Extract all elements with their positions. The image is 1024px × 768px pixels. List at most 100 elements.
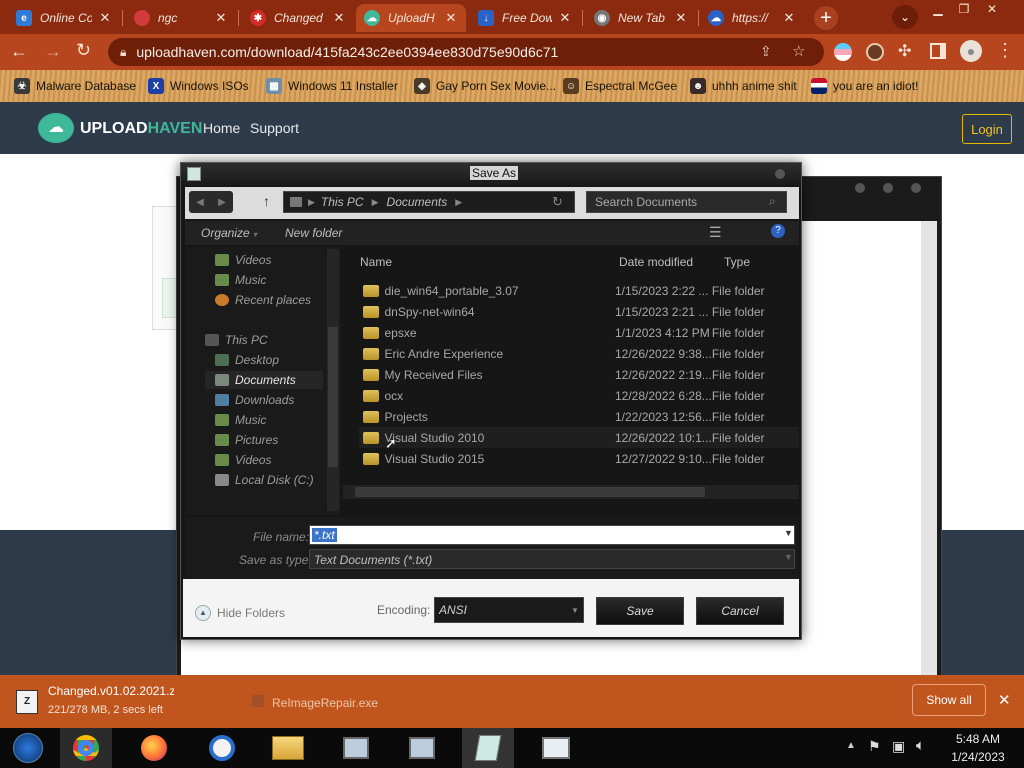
- up-icon[interactable]: ↑: [263, 193, 270, 209]
- tab-ngc[interactable]: ngc ✕: [126, 4, 236, 32]
- nav-music[interactable]: Music: [215, 271, 266, 289]
- dialog-close-icon[interactable]: [775, 169, 785, 179]
- save-type-select[interactable]: Text Documents (*.txt) ▼: [309, 549, 795, 569]
- firefox-icon[interactable]: [128, 728, 180, 768]
- minimize-icon[interactable]: ▁: [926, 0, 950, 18]
- help-icon[interactable]: ?: [771, 224, 785, 238]
- tab-online[interactable]: e Online Co ✕: [8, 4, 120, 32]
- encoding-select[interactable]: ANSI ▼: [434, 597, 584, 623]
- nav-downloads[interactable]: Downloads: [215, 391, 294, 409]
- back-icon[interactable]: ←: [10, 42, 32, 62]
- profile-icon[interactable]: ●: [960, 40, 982, 62]
- close-icon[interactable]: ✕: [674, 10, 688, 26]
- restore-icon[interactable]: ❐: [952, 0, 976, 18]
- forward-icon[interactable]: ▶: [218, 197, 226, 208]
- nav-videos-2[interactable]: Videos: [215, 451, 271, 469]
- minimize-icon[interactable]: [855, 183, 865, 193]
- nav-documents[interactable]: Documents: [205, 371, 323, 389]
- view-options-icon[interactable]: ☰: [709, 224, 722, 241]
- show-all-button[interactable]: Show all: [912, 684, 986, 716]
- computer-icon[interactable]: [396, 728, 448, 768]
- nav-recent-places[interactable]: Recent places: [215, 291, 311, 309]
- clock-time[interactable]: 5:48 AM: [944, 732, 1012, 746]
- list-item[interactable]: die_win64_portable_3.07 1/15/2023 2:22 ..…: [359, 280, 799, 301]
- cancel-button[interactable]: Cancel: [696, 597, 784, 625]
- site-logo[interactable]: UPLOADHAVEN: [80, 120, 202, 138]
- close-icon[interactable]: ✕: [98, 10, 112, 26]
- clock-date[interactable]: 1/24/2023: [944, 750, 1012, 764]
- window-icon[interactable]: [530, 728, 582, 768]
- close-icon[interactable]: ✕: [444, 10, 458, 26]
- breadcrumb-documents[interactable]: Documents: [387, 195, 448, 209]
- side-panel-icon[interactable]: [930, 43, 946, 59]
- list-item[interactable]: ocx 12/28/2022 6:28... File folder: [359, 385, 799, 406]
- close-icon[interactable]: ✕: [332, 10, 346, 26]
- bookmark-windows-isos[interactable]: X Windows ISOs: [148, 76, 249, 96]
- tab-free-download[interactable]: ↓ Free Dow ✕: [470, 4, 580, 32]
- back-forward-buttons[interactable]: ◀ ▶: [189, 191, 233, 213]
- extension-flag-icon[interactable]: [834, 43, 852, 61]
- chevron-down-icon[interactable]: ▼: [784, 528, 793, 538]
- nav-pane-scrollbar[interactable]: [327, 249, 339, 511]
- tab-https[interactable]: ☁ https:// ✕: [700, 4, 804, 32]
- breadcrumb-this-pc[interactable]: This PC: [321, 195, 364, 209]
- opera-icon[interactable]: [196, 728, 248, 768]
- tab-search-icon[interactable]: ⌄: [892, 5, 918, 29]
- breadcrumb[interactable]: ▶ This PC ▶ Documents ▶ ↻: [283, 191, 575, 213]
- close-window-icon[interactable]: ✕: [980, 0, 1004, 18]
- column-name[interactable]: Name: [360, 255, 392, 269]
- hide-folders-button[interactable]: ▲ Hide Folders: [195, 605, 285, 621]
- puzzle-icon[interactable]: ✣: [898, 41, 911, 61]
- list-item[interactable]: My Received Files 12/26/2022 2:19... File …: [359, 364, 799, 385]
- file-name-field[interactable]: *.txt ▼: [309, 525, 795, 545]
- close-icon[interactable]: [911, 183, 921, 193]
- nav-this-pc[interactable]: This PC: [205, 331, 268, 349]
- close-download-bar-icon[interactable]: ✕: [998, 691, 1011, 709]
- nav-local-disk[interactable]: Local Disk (C:): [215, 471, 314, 489]
- chrome-icon[interactable]: [60, 728, 112, 768]
- notepad-icon[interactable]: [462, 728, 514, 768]
- tab-changed[interactable]: ✱ Changed ✕: [242, 4, 354, 32]
- bookmark-idiot[interactable]: you are an idiot!: [811, 76, 918, 96]
- network-icon[interactable]: ▣: [892, 738, 905, 755]
- chevron-up-icon[interactable]: ▲: [846, 740, 856, 751]
- avatar-extension-icon[interactable]: [866, 43, 884, 61]
- computer-icon[interactable]: [330, 728, 382, 768]
- new-tab-button[interactable]: +: [814, 6, 838, 30]
- address-bar[interactable]: 🔒︎ uploadhaven.com/download/415fa243c2ee…: [108, 38, 824, 66]
- close-icon[interactable]: ✕: [782, 10, 796, 26]
- bookmark-espectral-mcgee[interactable]: ☺ Espectral McGee: [563, 76, 677, 96]
- list-item[interactable]: Visual Studio 2015 12/27/2022 9:10... File…: [359, 448, 799, 469]
- notepad-vertical-scrollbar[interactable]: [921, 221, 937, 681]
- download-item-2[interactable]: ReImageRepair.exe: [252, 695, 392, 710]
- nav-support[interactable]: Support: [250, 120, 299, 136]
- windows-start-icon[interactable]: [2, 728, 54, 768]
- refresh-icon[interactable]: ↻: [552, 194, 563, 210]
- forward-icon[interactable]: →: [44, 42, 66, 62]
- login-button[interactable]: Login: [962, 114, 1012, 144]
- list-item[interactable]: Projects 1/22/2023 12:56... File folder: [359, 406, 799, 427]
- list-item[interactable]: dnSpy-net-win64 1/15/2023 2:21 ... File fo…: [359, 301, 799, 322]
- bookmark-gay-porn[interactable]: ◈ Gay Porn Sex Movie...: [414, 76, 556, 96]
- close-icon[interactable]: ✕: [214, 10, 228, 26]
- search-input[interactable]: Search Documents ⌕: [586, 191, 787, 213]
- bookmark-windows-11-installer[interactable]: ▦ Windows 11 Installer: [266, 76, 398, 96]
- nav-videos[interactable]: Videos: [215, 251, 271, 269]
- column-date-modified[interactable]: Date modified: [619, 255, 693, 269]
- share-icon[interactable]: ⇪: [760, 43, 772, 60]
- bookmark-star-icon[interactable]: ☆: [792, 42, 805, 60]
- back-icon[interactable]: ◀: [196, 197, 204, 208]
- flag-icon[interactable]: ⚑: [868, 738, 881, 755]
- bookmark-anime[interactable]: ☻ uhhh anime shit: [690, 76, 797, 96]
- nav-music-2[interactable]: Music: [215, 411, 266, 429]
- download-item-name[interactable]: Changed.v01.02.2021.z: [48, 684, 174, 698]
- tab-uploadhaven[interactable]: ☁ UploadH ✕: [356, 4, 466, 32]
- bookmark-malware-database[interactable]: ☣ Malware Database: [14, 76, 136, 96]
- menu-icon[interactable]: ⋮: [996, 40, 1014, 61]
- list-item[interactable]: Eric Andre Experience 12/26/2022 9:38... F…: [359, 343, 799, 364]
- close-icon[interactable]: ✕: [558, 10, 572, 26]
- list-item[interactable]: Visual Studio 2010 12/26/2022 10:1... File…: [359, 427, 799, 448]
- reload-icon[interactable]: ↻: [76, 41, 98, 61]
- organize-button[interactable]: Organize ▾: [201, 226, 257, 240]
- nav-pictures[interactable]: Pictures: [215, 431, 278, 449]
